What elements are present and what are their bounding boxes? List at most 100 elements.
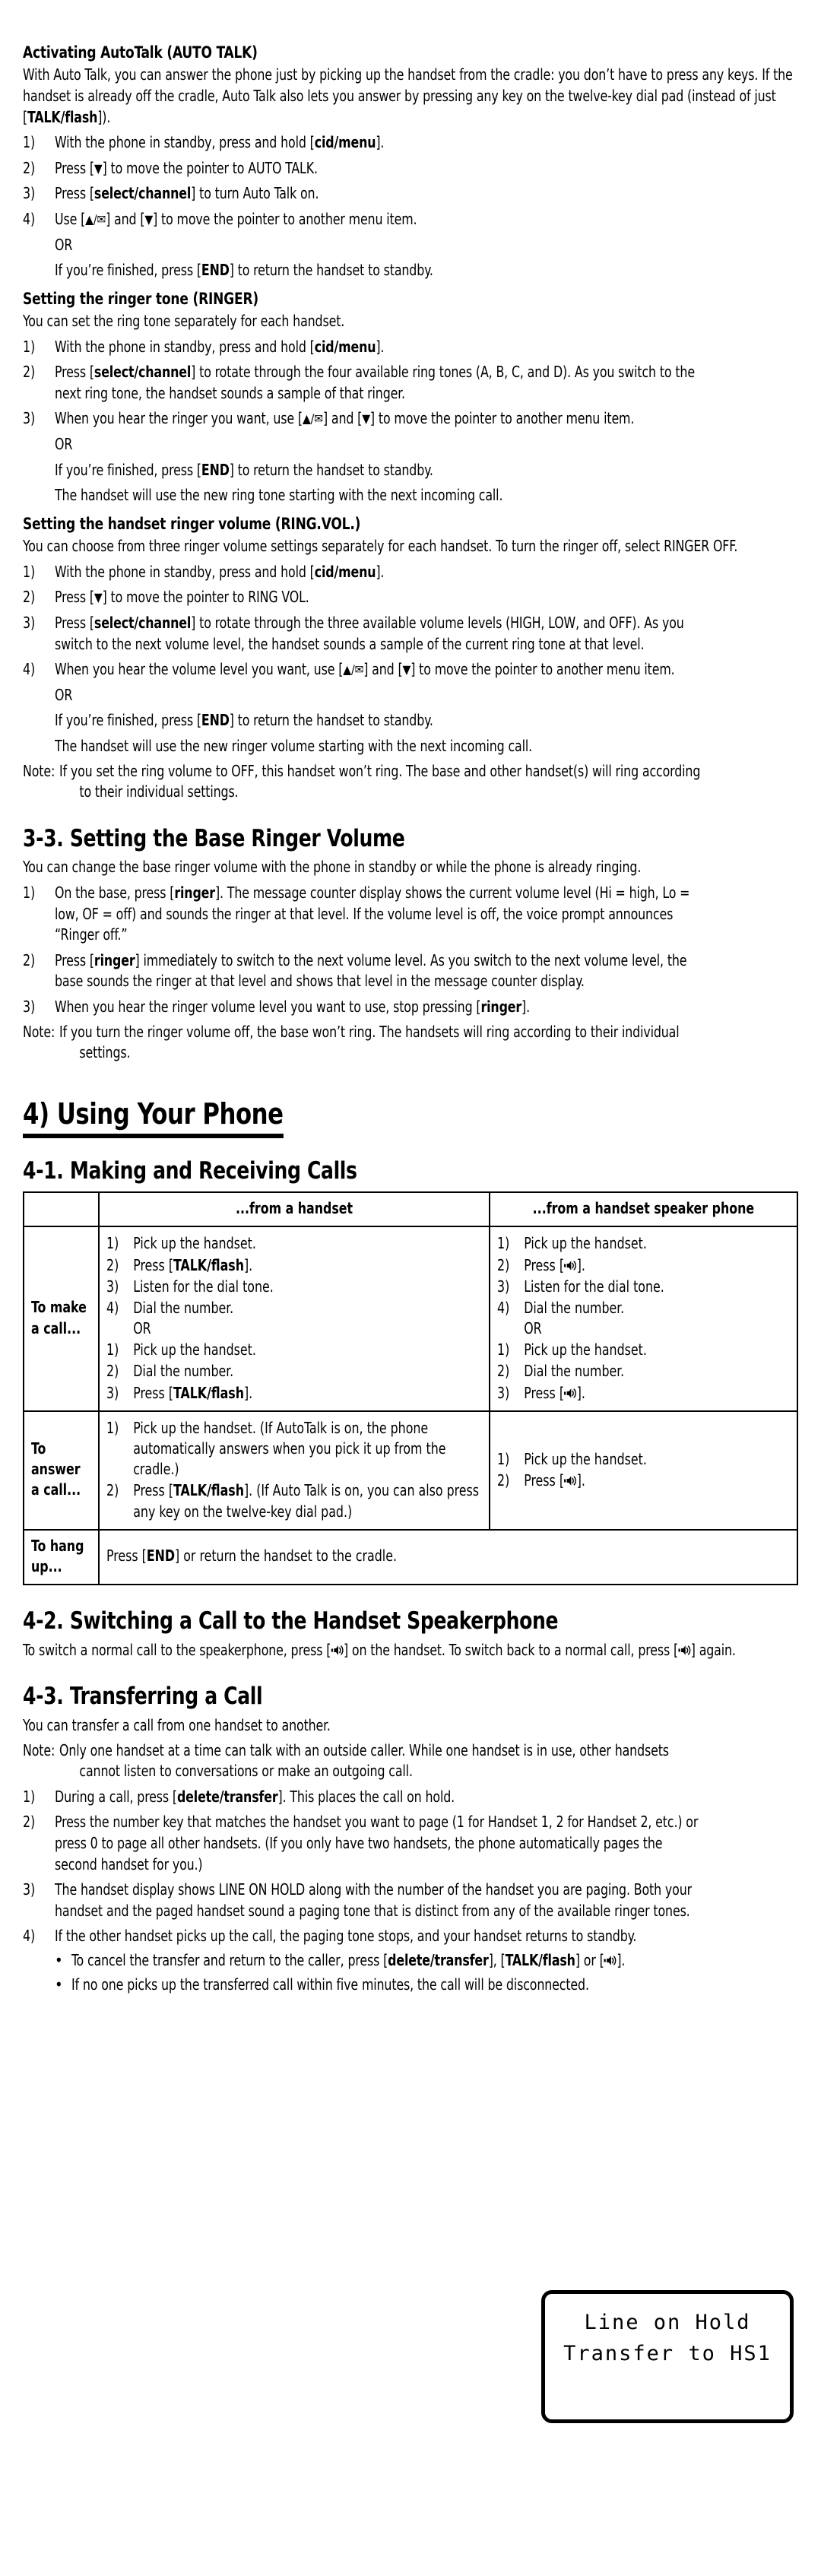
table-step: 1) Pick up the handset. [497,1449,790,1470]
step-number: 1) [23,133,35,152]
key-glyph: ▼ [144,211,154,227]
handset-lcd-display: Line on Hold Transfer to HS1 [541,2290,794,2423]
speaker-icon [564,1260,577,1274]
step-text: With the phone in standby, press and hol… [55,133,385,152]
table-step: 3) Press [ ]. [497,1383,790,1404]
step-number: 4) [23,660,35,679]
step-number: 3) [23,997,35,1016]
calls-table-body: To make a call... 1) Pick up the handset.… [22,1226,798,1586]
numbered-step: 4) Use [▲/✉] and [▼] to move the pointer … [23,209,797,230]
step-text: Press [▼] to move the pointer to AUTO TA… [55,158,318,177]
section-intro-ringer-volume: You can choose from three ringer volume … [23,537,738,556]
step-number: 2) [23,1813,35,1832]
table-step-number: 2) [497,1470,510,1489]
key-glyph: ▼ [94,160,103,176]
step-text: When you hear the ringer you want, use [… [55,409,635,428]
numbered-step: 1) With the phone in standby, press and h… [23,337,797,358]
numbered-step: 3) When you hear the ringer volume level … [23,997,797,1018]
key-label: delete/transfer [176,1787,278,1806]
table-step-number: 2) [106,1255,119,1274]
table-step: 2) Press [TALK/flash]. (If Auto Talk is o… [106,1480,482,1521]
key-label: END [201,711,230,730]
key-glyph [678,1645,691,1658]
step-text: Press [▼] to move the pointer to RING VO… [55,588,309,607]
step-number: 4) [23,209,35,228]
section-ringer-tone: Setting the ringer tone (RINGER) You can… [23,290,797,506]
table-step-text: Pick up the handset. [524,1340,648,1359]
row-label-answer-a-call: To answer a call... [22,1410,100,1531]
table-header-handset: ...from a handset [98,1191,491,1228]
speaker-icon [564,1388,577,1401]
step-number: 2) [23,363,35,382]
table-step: 1) Pick up the handset. (If AutoTalk is o… [106,1418,482,1480]
table-step-text: Listen for the dial tone. [133,1277,274,1296]
section-heading-making-calls: 4-1. Making and Receiving Calls [23,1157,357,1185]
section-base-ringer-volume: 3-3. Setting the Base Ringer Volume You … [23,825,797,1064]
section-heading-ringer-tone: Setting the ringer tone (RINGER) [23,289,259,309]
table-step: 3) Listen for the dial tone. [106,1277,482,1297]
numbered-step: 3) Press [select/channel] to turn Auto Ta… [23,183,797,205]
table-step-number: 3) [106,1277,119,1296]
key-glyph: ▲/✉ [343,662,364,677]
numbered-step: 3) When you hear the ringer you want, use… [23,408,797,430]
key-label: cid/menu [314,133,376,152]
step-text: When you hear the volume level you want,… [55,660,675,679]
section-intro-autotalk: With Auto Talk, you can answer the phone… [23,65,793,126]
section-autotalk: Activating AutoTalk (AUTO TALK) With Aut… [23,43,797,281]
bullet-item: • To cancel the transfer and return to th… [55,1950,797,1972]
speaker-icon [564,1475,577,1489]
section-intro-transferring: You can transfer a call from one handset… [23,1716,331,1734]
table-step-number: 2) [106,1481,119,1500]
section-intro-base-ringer: You can change the base ringer volume wi… [23,858,642,877]
table-step-number: 3) [106,1383,119,1402]
table-step: 1) Pick up the handset. [106,1233,482,1254]
key-glyph [604,1955,617,1968]
step-text: With the phone in standby, press and hol… [55,562,385,581]
table-step-text: Pick up the handset. [524,1234,648,1253]
step-number: 1) [23,883,35,902]
step-number: 2) [23,588,35,607]
table-row: To make a call... 1) Pick up the handset.… [22,1226,798,1412]
note-transferring: Note: Only one handset at a time can tal… [23,1740,669,1781]
table-step-text: Dial the number. [524,1362,625,1381]
key-label: END [201,261,230,280]
note-base-ringer: Note: If you turn the ringer volume off,… [23,1022,680,1062]
finish-note-ringer-tone: If you’re finished, press [END] to retur… [55,460,433,479]
table-step-number: 1) [106,1234,119,1253]
lcd-line-2: Transfer to HS1 [563,2342,772,2365]
table-step-number: 1) [497,1340,510,1359]
table-or-label: OR [133,1319,151,1338]
step-text: During a call, press [delete/transfer]. … [55,1787,455,1806]
speaker-icon [331,1645,344,1658]
table-step-text: Press [ ]. [524,1470,586,1489]
or-label-ringer-tone: OR [55,435,73,454]
key-label: TALK/flash [173,1255,245,1274]
step-text: Press [select/channel] to turn Auto Talk… [55,184,319,203]
table-step-number: 4) [497,1298,510,1317]
table-step-text: Pick up the handset. (If AutoTalk is on,… [133,1418,446,1479]
numbered-step: 2) Press [▼] to move the pointer to RING … [23,587,797,608]
table-step: 3) Listen for the dial tone. [497,1277,790,1297]
table-step: 4) Dial the number. [497,1298,790,1318]
key-glyph: ▼ [362,411,370,427]
section-making-calls: 4-1. Making and Receiving Calls ...from … [22,1157,798,1586]
table-step-text: Press [ ]. [524,1383,586,1402]
table-step: 2) Dial the number. [497,1361,790,1382]
table-header-speakerphone: ...from a handset speaker phone [489,1191,798,1228]
step-text: Press [select/channel] to rotate through… [55,363,695,402]
table-step-number: 3) [497,1383,510,1402]
key-label: cid/menu [314,337,376,356]
steps-autotalk: 1) With the phone in standby, press and h… [23,132,797,230]
key-label: TALK/flash [173,1481,245,1500]
step-text: The handset display shows LINE ON HOLD a… [55,1880,692,1920]
numbered-step: 1) On the base, press [ringer]. The messa… [23,883,797,946]
table-step: 4) Dial the number. [106,1298,482,1318]
key-glyph [564,1475,577,1489]
step-number: 1) [23,562,35,581]
key-label: select/channel [94,184,192,203]
table-step: 2) Press [ ]. [497,1255,790,1276]
or-label-ringer-volume: OR [55,685,73,704]
table-step-text: Pick up the handset. [524,1449,648,1468]
table-step-text: Listen for the dial tone. [524,1277,664,1296]
key-label: cid/menu [314,562,376,581]
